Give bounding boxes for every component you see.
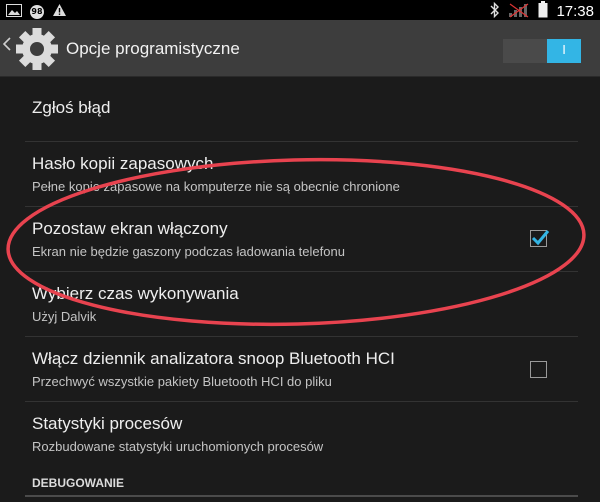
checkmark-icon	[531, 230, 550, 246]
setting-title: Włącz dziennik analizatora snoop Bluetoo…	[32, 349, 395, 368]
chevron-left-icon[interactable]	[2, 37, 11, 55]
setting-summary: Użyj Dalvik	[32, 309, 97, 324]
status-bar-left: 98	[6, 2, 67, 21]
status-bar-right: 17:38	[490, 1, 594, 22]
setting-stay-awake[interactable]: Pozostaw ekran włączony Ekran nie będzie…	[25, 207, 578, 272]
gear-icon[interactable]	[14, 26, 60, 76]
stay-awake-checkbox[interactable]	[530, 230, 550, 247]
setting-title: Statystyki procesów	[32, 414, 183, 433]
clock: 17:38	[556, 3, 594, 20]
setting-summary: Przechwyć wszystkie pakiety Bluetooth HC…	[32, 374, 332, 389]
setting-bug-report[interactable]: Zgłoś błąd	[25, 77, 578, 142]
developer-options-toggle[interactable]: I	[503, 39, 581, 63]
action-bar: Opcje programistyczne I	[0, 20, 600, 77]
bluetooth-hci-checkbox[interactable]	[530, 361, 547, 378]
section-divider	[25, 495, 578, 497]
setting-process-stats[interactable]: Statystyki procesów Rozbudowane statysty…	[25, 402, 578, 466]
setting-title: Zgłoś błąd	[32, 98, 111, 117]
setting-summary: Pełne kopie zapasowe na komputerze nie s…	[32, 179, 400, 194]
setting-backup-password[interactable]: Hasło kopii zapasowych Pełne kopie zapas…	[25, 142, 578, 207]
setting-summary: Ekran nie będzie gaszony podczas ładowan…	[32, 244, 345, 259]
notification-badge-icon: 98	[30, 4, 44, 19]
page-title: Opcje programistyczne	[66, 39, 240, 58]
image-icon	[6, 2, 22, 21]
toggle-thumb: I	[547, 39, 581, 63]
setting-title: Pozostaw ekran włączony	[32, 219, 228, 238]
setting-select-runtime[interactable]: Wybierz czas wykonywania Użyj Dalvik	[25, 272, 578, 337]
setting-title: Wybierz czas wykonywania	[32, 284, 239, 303]
toggle-on-label: I	[562, 42, 566, 57]
status-bar: 98 17:38	[0, 0, 600, 20]
setting-summary: Rozbudowane statystyki uruchomionych pro…	[32, 439, 324, 454]
bluetooth-icon	[490, 1, 500, 22]
warning-icon	[52, 2, 67, 21]
signal-icon	[508, 2, 530, 22]
battery-icon	[538, 1, 548, 22]
setting-title: Hasło kopii zapasowych	[32, 154, 214, 173]
setting-bluetooth-hci-snoop-log[interactable]: Włącz dziennik analizatora snoop Bluetoo…	[25, 337, 578, 402]
section-header-debugging: DEBUGOWANIE	[32, 476, 125, 490]
